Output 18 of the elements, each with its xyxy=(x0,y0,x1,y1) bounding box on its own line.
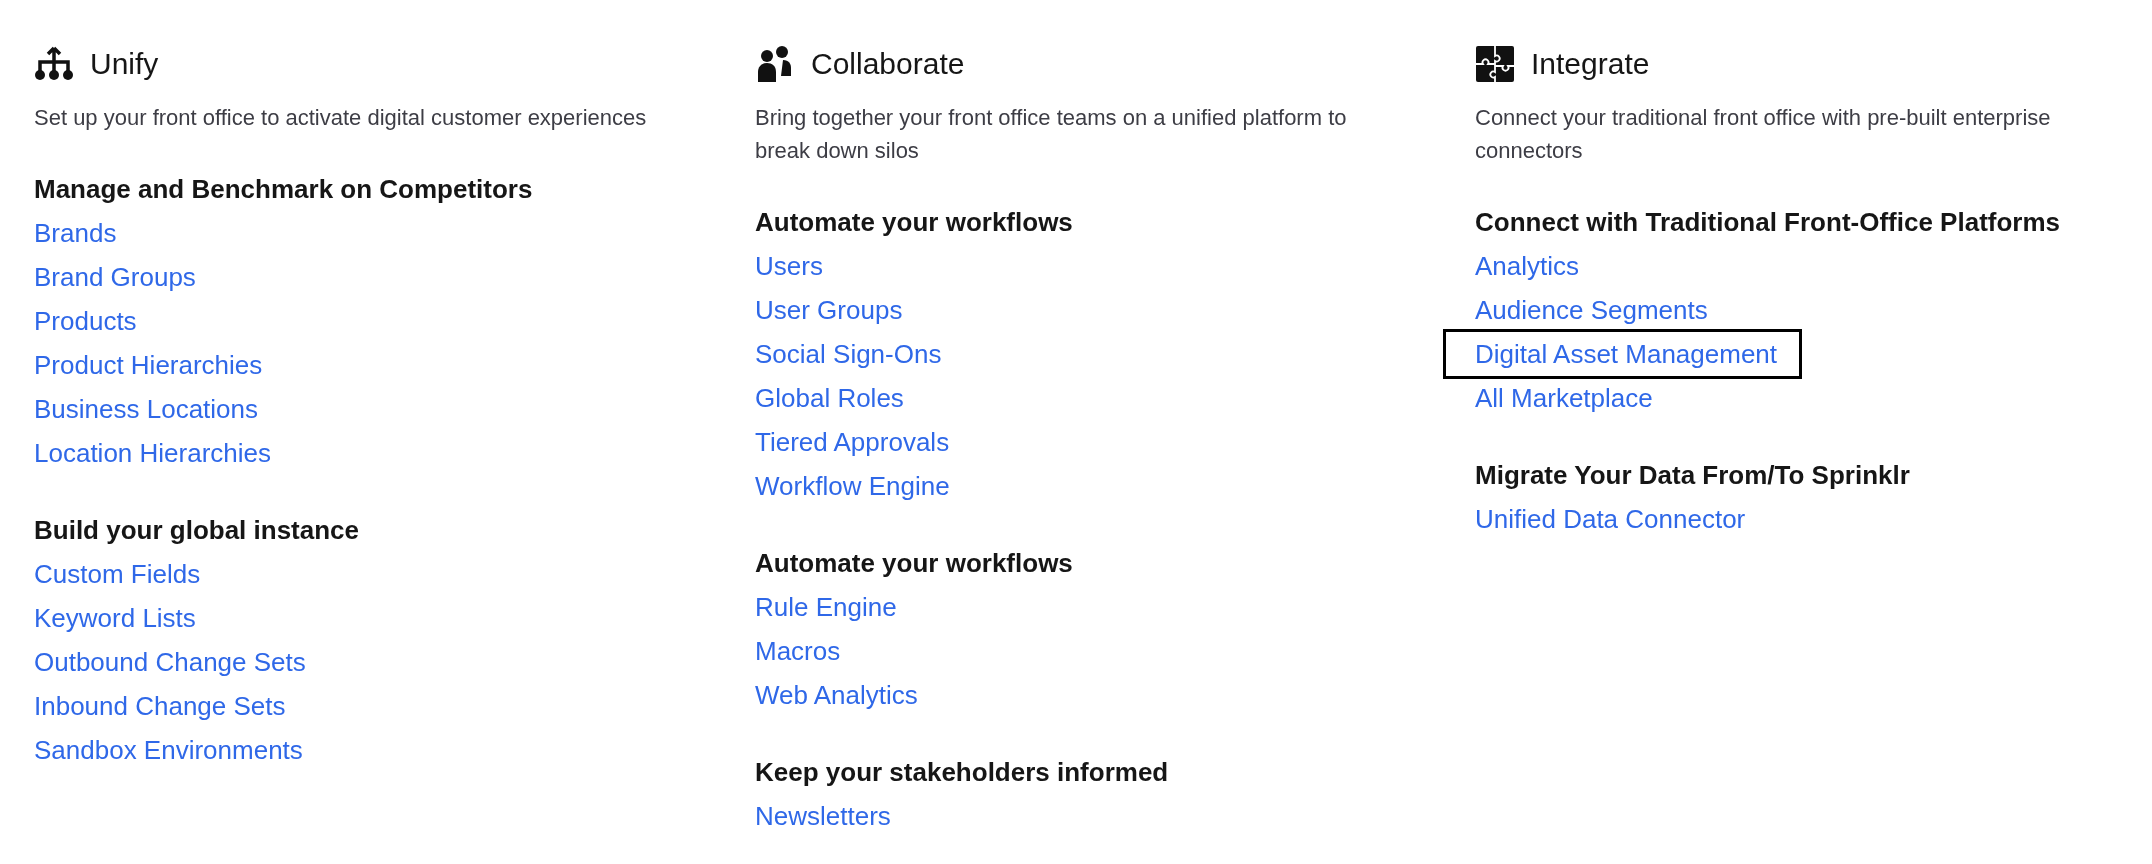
column-title: Integrate xyxy=(1531,47,1650,81)
puzzle-icon xyxy=(1475,46,1515,82)
settings-link[interactable]: Digital Asset Management xyxy=(1443,329,1803,379)
section-heading: Manage and Benchmark on Competitors xyxy=(34,173,534,206)
settings-link[interactable]: Newsletters xyxy=(730,791,916,841)
column-title: Collaborate xyxy=(811,47,965,81)
column-description: Bring together your front office teams on a unified platform to break down silos xyxy=(755,104,1348,165)
section-heading: Automate your workflows xyxy=(755,206,1074,239)
hierarchy-icon xyxy=(34,46,74,82)
column-description: Connect your traditional front office with pre-built enterprise connectors xyxy=(1475,104,2052,165)
section-heading: Automate your workflows xyxy=(755,547,1074,580)
section-heading: Build your global instance xyxy=(34,514,361,547)
column-description: Set up your front office to activate digital customer experiences xyxy=(34,104,648,132)
section-heading: Migrate Your Data From/To Sprinklr xyxy=(1475,459,1911,492)
settings-link[interactable]: Unified Data Connector xyxy=(1450,494,1771,544)
section-heading: Keep your stakeholders informed xyxy=(755,756,1170,789)
section-heading: Connect with Traditional Front-Office Platforms xyxy=(1475,206,2062,239)
column-title: Unify xyxy=(90,47,159,81)
